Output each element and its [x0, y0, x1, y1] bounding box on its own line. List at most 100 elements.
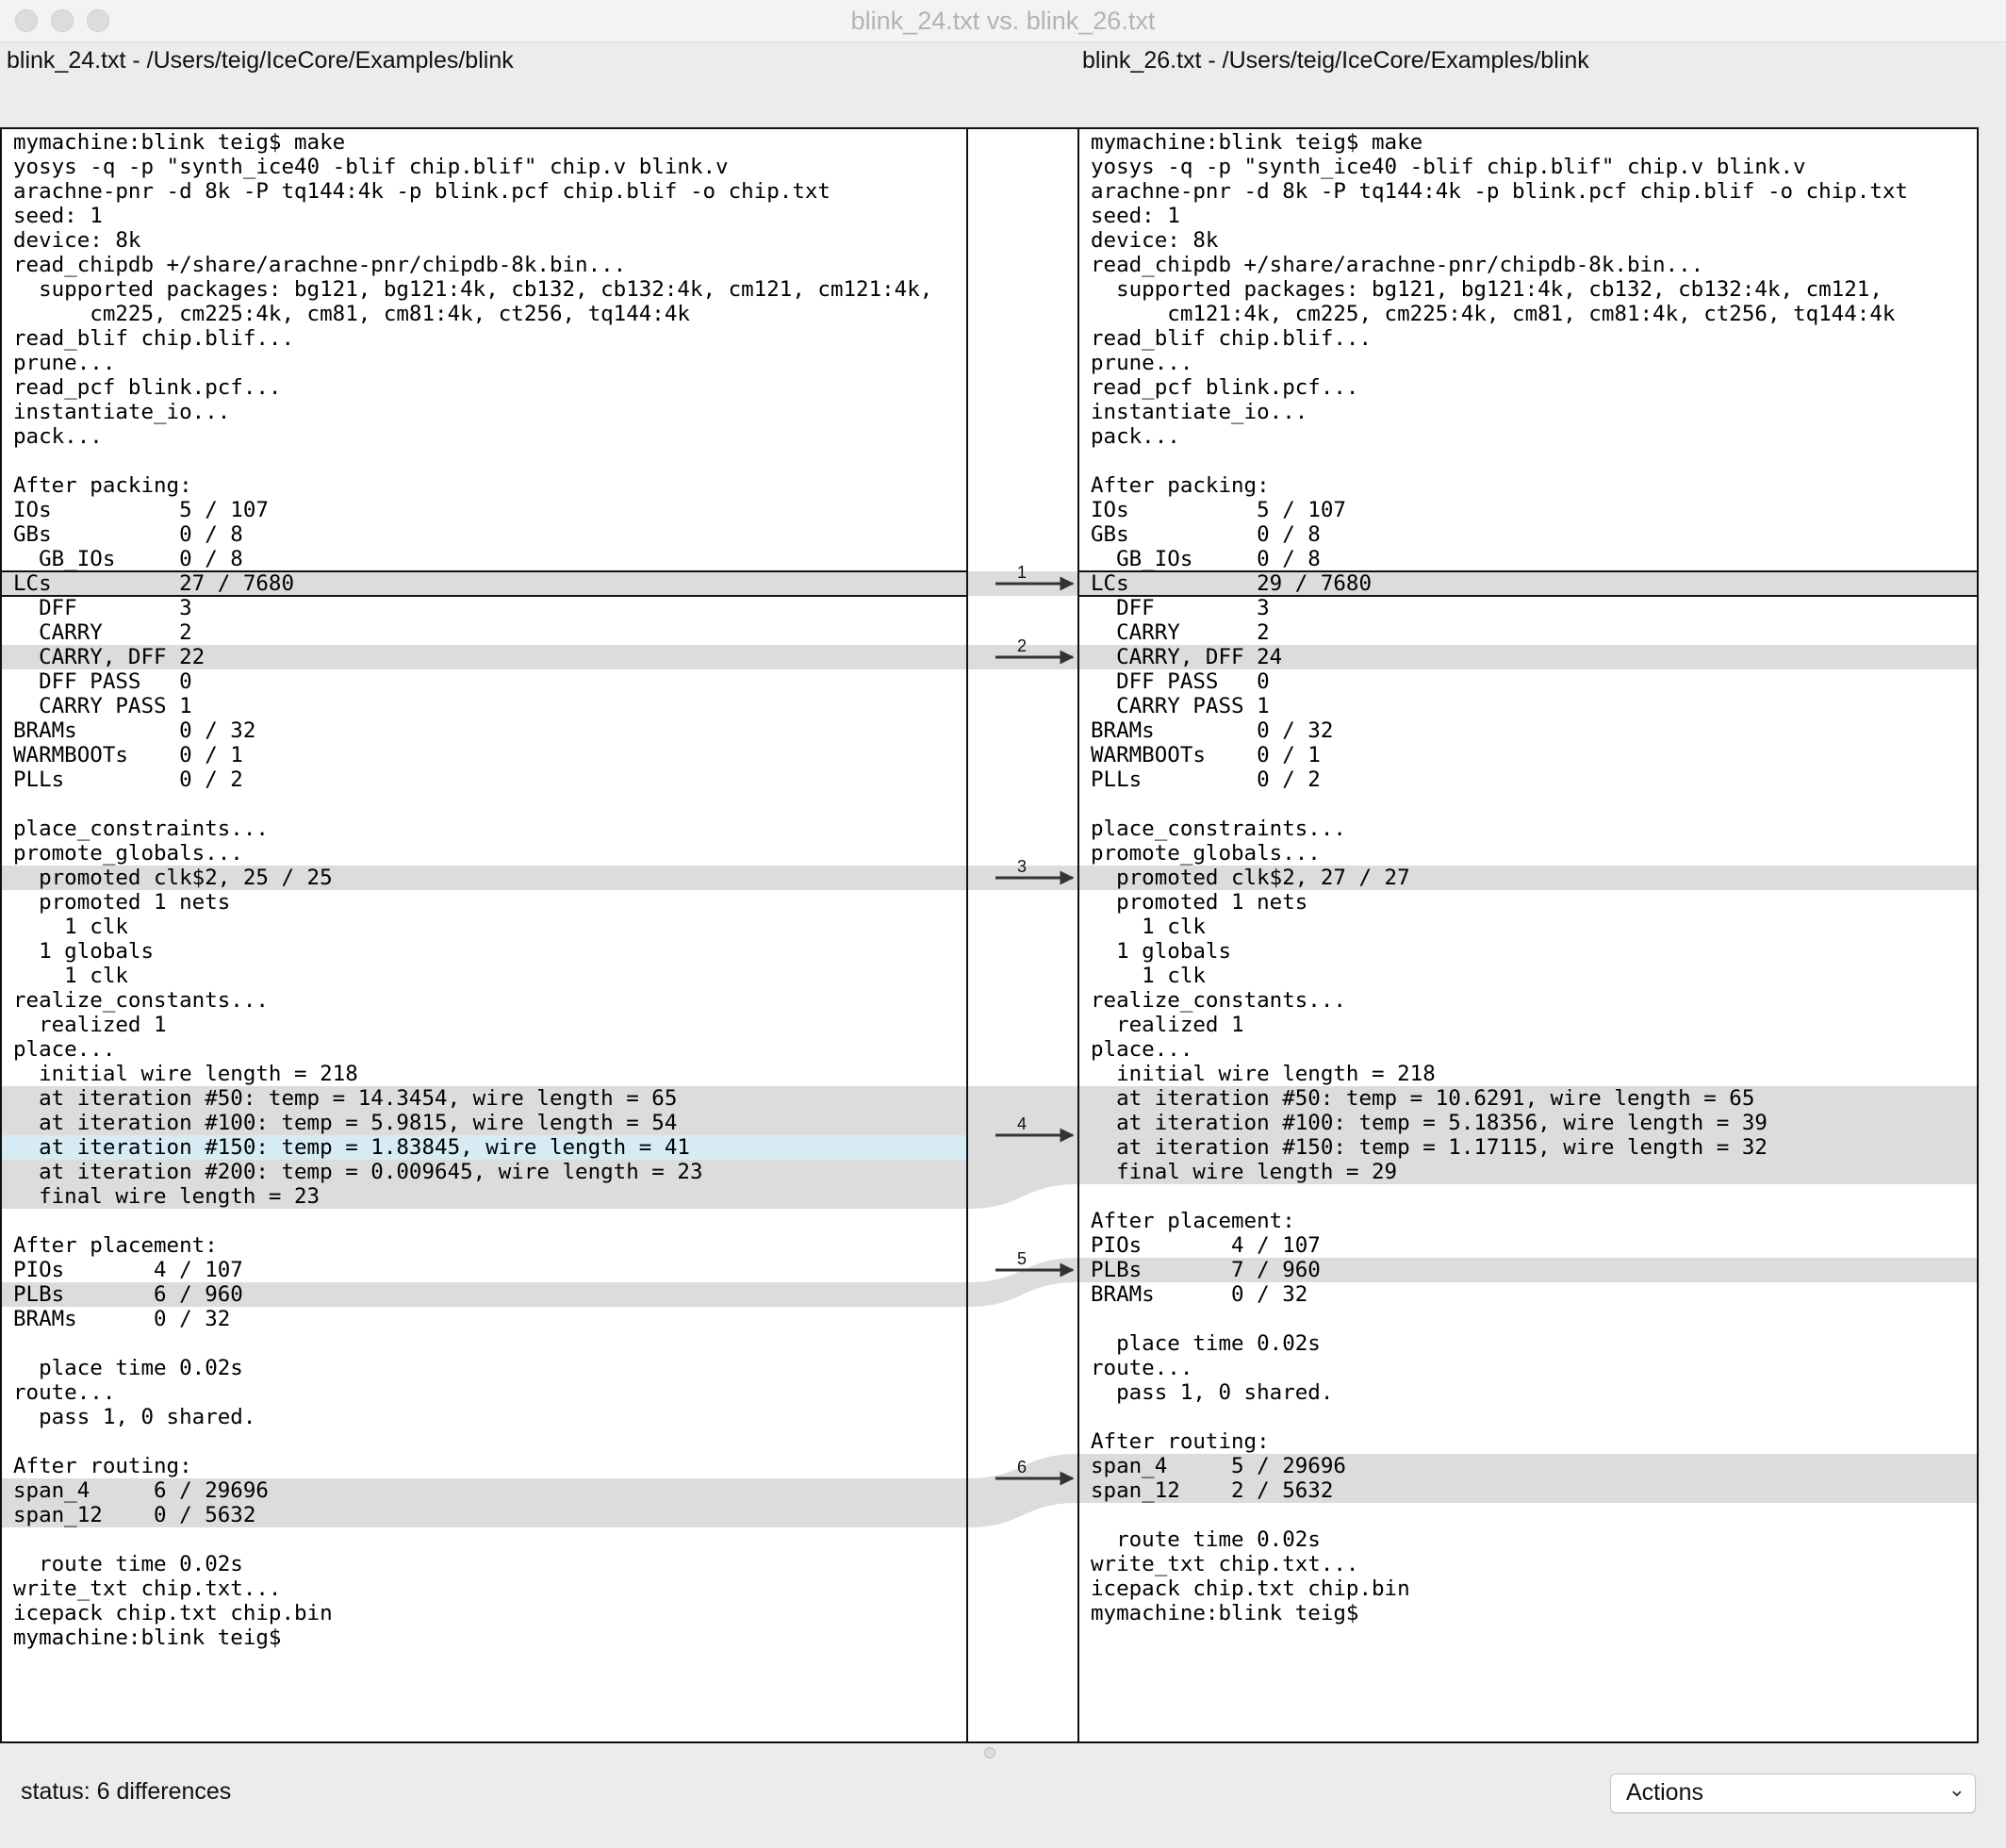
right-text-line: [1079, 1405, 1977, 1429]
right-text-line: After routing:: [1091, 1429, 1270, 1454]
left-text-line: [2, 1331, 966, 1356]
right-text-line: place...: [1091, 1037, 1193, 1062]
left-text-line: promoted 1 nets: [13, 890, 231, 915]
left-text-line: read_blif chip.blif...: [13, 326, 295, 351]
status-text: status: 6 differences: [21, 1778, 231, 1806]
left-text-pane[interactable]: mymachine:blink teig$ make yosys -q -p "s…: [0, 127, 968, 1743]
right-text-line: span_12 2 / 5632: [1079, 1478, 1977, 1503]
right-text-line: 1 clk: [1091, 964, 1206, 988]
actions-label: Actions: [1626, 1779, 1703, 1806]
left-text-line: write_txt chip.txt...: [13, 1576, 282, 1601]
left-text-line: IOs 5 / 107: [13, 498, 269, 522]
left-text-line: PLBs 6 / 960: [2, 1282, 966, 1307]
right-text-line: GBs 0 / 8: [1091, 522, 1321, 547]
left-text-line: 1 clk: [13, 964, 128, 988]
right-text-line: route time 0.02s: [1091, 1527, 1321, 1552]
right-text-line: at iteration #150: temp = 1.17115, wire …: [1079, 1135, 1977, 1160]
left-text-line: realize_constants...: [13, 988, 269, 1013]
right-text-line: promote_globals...: [1091, 841, 1321, 866]
right-text-line: realize_constants...: [1091, 988, 1346, 1013]
left-text-line: promote_globals...: [13, 841, 243, 866]
right-text-line: pack...: [1091, 424, 1180, 449]
left-lines: mymachine:blink teig$ make yosys -q -p "s…: [2, 130, 966, 1650]
right-text-line: arachne-pnr -d 8k -P tq144:4k -p blink.p…: [1091, 179, 1908, 204]
right-text-line: After placement:: [1091, 1209, 1295, 1233]
left-text-line: 1 clk: [13, 915, 128, 939]
right-text-line: at iteration #100: temp = 5.18356, wire …: [1079, 1111, 1977, 1135]
right-text-line: 1 clk: [1091, 915, 1206, 939]
left-text-line: route time 0.02s: [13, 1552, 243, 1576]
right-text-line: LCs 29 / 7680: [1079, 571, 1977, 596]
right-text-line: final wire length = 29: [1079, 1160, 1977, 1184]
left-text-line: initial wire length = 218: [13, 1062, 358, 1086]
left-text-line: place...: [13, 1037, 116, 1062]
left-text-line: icepack chip.txt chip.bin: [13, 1601, 333, 1625]
diff-band: [968, 1086, 1077, 1209]
right-text-line: [1079, 792, 1977, 817]
right-text-line: CARRY PASS 1: [1091, 694, 1270, 718]
right-text-line: DFF 3: [1091, 596, 1270, 620]
right-text-line: BRAMs 0 / 32: [1091, 718, 1334, 743]
left-text-line: PLLs 0 / 2: [13, 767, 243, 792]
left-text-line: DFF 3: [13, 596, 192, 620]
right-text-line: CARRY 2: [1091, 620, 1270, 645]
status-bar: status: 6 differences Actions ⌄: [0, 1759, 2006, 1848]
left-text-line: 1 globals: [13, 939, 155, 964]
right-lines: mymachine:blink teig$ make yosys -q -p "s…: [1079, 130, 1977, 1625]
diff-separator: [2, 570, 966, 572]
left-text-line: BRAMs 0 / 32: [13, 1307, 231, 1331]
left-text-line: [2, 1527, 966, 1552]
right-text-line: read_blif chip.blif...: [1091, 326, 1373, 351]
left-text-line: prune...: [13, 351, 116, 375]
split-resize-handle[interactable]: [984, 1747, 995, 1758]
right-text-line: promoted clk$2, 27 / 27: [1079, 866, 1977, 890]
right-text-line: route...: [1091, 1356, 1193, 1380]
diff-number: 3: [1017, 857, 1027, 876]
window-title: blink_24.txt vs. blink_26.txt: [850, 7, 1156, 35]
left-text-line: LCs 27 / 7680: [2, 571, 966, 596]
right-text-line: prune...: [1091, 351, 1193, 375]
right-text-line: initial wire length = 218: [1091, 1062, 1436, 1086]
left-text-line: supported packages: bg121, bg121:4k, cb1…: [13, 277, 933, 302]
chevron-down-icon: ⌄: [1948, 1777, 1965, 1801]
right-text-line: span_4 5 / 29696: [1079, 1454, 1977, 1478]
status-label: status:: [21, 1778, 90, 1805]
right-text-line: [1079, 1307, 1977, 1331]
left-text-line: realized 1: [13, 1013, 167, 1037]
diff-number: 2: [1017, 636, 1027, 655]
left-text-line: read_chipdb +/share/arachne-pnr/chipdb-8…: [13, 253, 627, 277]
left-text-line: place time 0.02s: [13, 1356, 243, 1380]
left-text-line: route...: [13, 1380, 116, 1405]
right-text-line: mymachine:blink teig$: [1091, 1601, 1359, 1625]
left-text-line: WARMBOOTs 0 / 1: [13, 743, 243, 767]
right-text-line: realized 1: [1091, 1013, 1244, 1037]
left-text-line: seed: 1: [13, 204, 103, 228]
left-text-line: place_constraints...: [13, 817, 269, 841]
right-text-line: write_txt chip.txt...: [1091, 1552, 1359, 1576]
left-text-line: at iteration #150: temp = 1.83845, wire …: [2, 1135, 966, 1160]
left-text-line: CARRY PASS 1: [13, 694, 192, 718]
right-text-line: supported packages: bg121, bg121:4k, cb1…: [1091, 277, 1883, 302]
left-text-line: yosys -q -p "synth_ice40 -blif chip.blif…: [13, 155, 729, 179]
right-text-pane[interactable]: mymachine:blink teig$ make yosys -q -p "s…: [1077, 127, 1979, 1743]
actions-dropdown[interactable]: Actions ⌄: [1610, 1774, 1976, 1813]
left-text-line: [2, 1429, 966, 1454]
left-text-line: After routing:: [13, 1454, 192, 1478]
left-text-line: mymachine:blink teig$: [13, 1625, 282, 1650]
diff-separator: [2, 595, 966, 597]
left-text-line: CARRY, DFF 22: [2, 645, 966, 669]
left-text-line: After packing:: [13, 473, 192, 498]
left-text-line: [2, 792, 966, 817]
right-text-line: cm121:4k, cm225, cm225:4k, cm81, cm81:4k…: [1091, 302, 1896, 326]
left-text-line: GB_IOs 0 / 8: [13, 547, 243, 571]
scroll-area: [1979, 127, 2006, 1743]
left-text-line: PIOs 4 / 107: [13, 1258, 243, 1282]
diff-connectors: 1 2 3 4 5 6: [968, 563, 1077, 1527]
right-text-line: PLBs 7 / 960: [1079, 1258, 1977, 1282]
left-text-line: final wire length = 23: [2, 1184, 966, 1209]
left-text-line: span_12 0 / 5632: [2, 1503, 966, 1527]
right-text-line: pass 1, 0 shared.: [1091, 1380, 1334, 1405]
left-text-line: [2, 1209, 966, 1233]
right-text-line: device: 8k: [1091, 228, 1219, 253]
diff-gutter: 1 2 3 4 5 6: [968, 127, 1077, 1743]
